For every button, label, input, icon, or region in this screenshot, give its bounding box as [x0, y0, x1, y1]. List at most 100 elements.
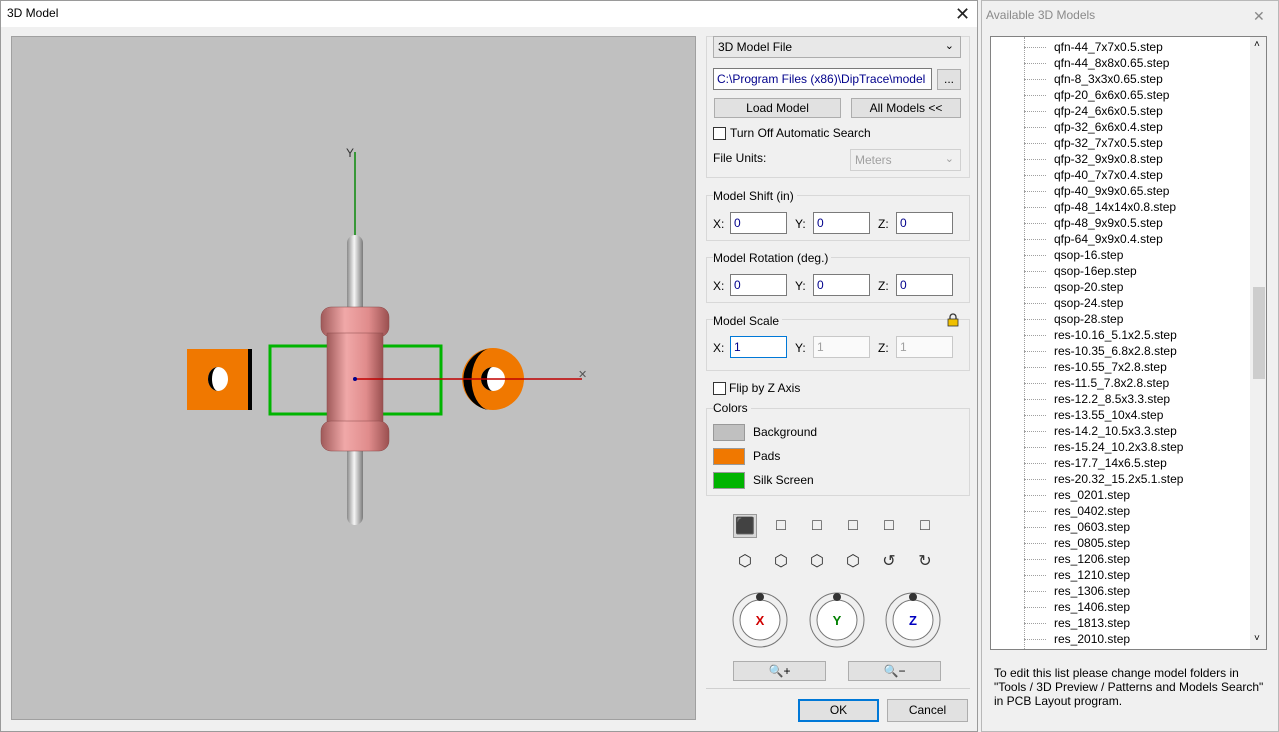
model-list-item[interactable]: res-20.32_15.2x5.1.step: [1054, 471, 1183, 487]
zoom-out-button[interactable]: 🔍−: [848, 661, 941, 681]
model-source-select[interactable]: 3D Model File ⌄: [713, 36, 961, 58]
zoom-in-button[interactable]: 🔍+: [733, 661, 826, 681]
close-icon[interactable]: ✕: [1253, 7, 1265, 25]
view-front-icon[interactable]: □: [769, 514, 793, 538]
colors-title: Colors: [713, 401, 751, 415]
model-list-item[interactable]: qfp-32_9x9x0.8.step: [1054, 151, 1163, 167]
view-cube-2-icon[interactable]: ⬡: [769, 550, 793, 574]
rotate-x-dial[interactable]: X: [730, 589, 790, 649]
model-list-item[interactable]: res_1206.step: [1054, 551, 1130, 567]
close-icon[interactable]: ✕: [955, 5, 970, 23]
browse-button[interactable]: ...: [937, 69, 961, 90]
model-list-item[interactable]: qfn-44_7x7x0.5.step: [1054, 39, 1163, 55]
model-list-item[interactable]: qsop-20.step: [1054, 279, 1123, 295]
view-left-icon[interactable]: □: [841, 514, 865, 538]
model-list-item[interactable]: res_1306.step: [1054, 583, 1130, 599]
shift-z-input[interactable]: 0: [896, 212, 953, 234]
model-list-item[interactable]: res-11.5_7.8x2.8.step: [1054, 375, 1169, 391]
model-list-item[interactable]: res-17.7_14x6.5.step: [1054, 455, 1167, 471]
model-list-item[interactable]: res_0201.step: [1054, 487, 1130, 503]
models-folder-note: To edit this list please change model fo…: [994, 666, 1264, 708]
model-list-item[interactable]: res_0402.step: [1054, 503, 1130, 519]
tree-branch-line: [1024, 95, 1046, 96]
model-list-item[interactable]: res_0603.step: [1054, 519, 1130, 535]
pads-color-label: Pads: [753, 449, 781, 463]
tree-branch-line: [1024, 447, 1046, 448]
scroll-down-icon[interactable]: ˅: [1254, 633, 1260, 644]
tree-branch-line: [1024, 207, 1046, 208]
flip-z-checkbox[interactable]: [713, 382, 726, 395]
model-path-input[interactable]: C:\Program Files (x86)\DipTrace\model: [713, 68, 932, 90]
tree-branch-line: [1024, 399, 1046, 400]
file-units-label: File Units:: [713, 151, 767, 165]
available-models-title: Available 3D Models: [986, 8, 1096, 22]
lock-icon[interactable]: [947, 313, 959, 327]
pads-color-swatch[interactable]: [713, 448, 745, 465]
model-list-item[interactable]: qsop-16.step: [1054, 247, 1123, 263]
window-title: 3D Model: [7, 6, 59, 20]
model-list-item[interactable]: qfp-24_6x6x0.5.step: [1054, 103, 1163, 119]
scroll-up-icon[interactable]: ˄: [1254, 39, 1260, 50]
shift-x-input[interactable]: 0: [730, 212, 787, 234]
model-list-item[interactable]: res-10.16_5.1x2.5.step: [1054, 327, 1177, 343]
scrollbar-thumb[interactable]: [1253, 287, 1265, 379]
model-list-item[interactable]: qfp-32_6x6x0.4.step: [1054, 119, 1163, 135]
model-list-item[interactable]: qfp-48_9x9x0.5.step: [1054, 215, 1163, 231]
scale-x-input[interactable]: 1: [730, 336, 787, 358]
view-right-icon[interactable]: □: [877, 514, 901, 538]
model-list-item[interactable]: qfn-8_3x3x0.65.step: [1054, 71, 1163, 87]
view-back-icon[interactable]: □: [805, 514, 829, 538]
rotate-left-icon[interactable]: ↺: [877, 550, 901, 574]
model-list-item[interactable]: qsop-24.step: [1054, 295, 1123, 311]
model-list-item[interactable]: qsop-28.step: [1054, 311, 1123, 327]
cancel-button[interactable]: Cancel: [887, 699, 968, 722]
rotate-y-dial[interactable]: Y: [807, 589, 867, 649]
model-list-item[interactable]: qfp-40_9x9x0.65.step: [1054, 183, 1169, 199]
ok-button[interactable]: OK: [798, 699, 879, 722]
rotation-z-input[interactable]: 0: [896, 274, 953, 296]
zoom-in-icon: 🔍+: [768, 664, 791, 678]
silkscreen-color-swatch[interactable]: [713, 472, 745, 489]
model-list-item[interactable]: res_1406.step: [1054, 599, 1130, 615]
view-top-icon[interactable]: □: [913, 514, 937, 538]
colors-group: [706, 408, 970, 496]
background-color-swatch[interactable]: [713, 424, 745, 441]
model-list-item[interactable]: res_1210.step: [1054, 567, 1130, 583]
rotate-z-dial[interactable]: Z: [883, 589, 943, 649]
scale-z-label: Z:: [878, 341, 889, 355]
model-list-item[interactable]: res_2010.step: [1054, 631, 1130, 647]
view-cube-3-icon[interactable]: ⬡: [805, 550, 829, 574]
model-list-item[interactable]: qfp-64_9x9x0.4.step: [1054, 231, 1163, 247]
all-models-button[interactable]: All Models <<: [851, 98, 961, 118]
models-tree-list[interactable]: qfn-44_7x7x0.5.step qfn-44_8x8x0.65.step q…: [990, 36, 1267, 650]
model-list-item[interactable]: qfn-44_8x8x0.65.step: [1054, 55, 1169, 71]
rotate-right-icon[interactable]: ↻: [913, 550, 937, 574]
model-list-item[interactable]: res-13.55_10x4.step: [1054, 407, 1163, 423]
model-list-item[interactable]: res_1813.step: [1054, 615, 1130, 631]
load-model-button[interactable]: Load Model: [714, 98, 841, 118]
shift-y-input[interactable]: 0: [813, 212, 870, 234]
model-list-item[interactable]: res_0805.step: [1054, 535, 1130, 551]
model-list-item[interactable]: qfp-40_7x7x0.4.step: [1054, 167, 1163, 183]
3d-viewport[interactable]: Y ✕: [11, 36, 696, 720]
scale-z-input: 1: [896, 336, 953, 358]
model-list-item[interactable]: qfp-20_6x6x0.65.step: [1054, 87, 1169, 103]
tree-branch-line: [1024, 591, 1046, 592]
model-list-item[interactable]: qsop-16ep.step: [1054, 263, 1137, 279]
model-list-item[interactable]: res-14.2_10.5x3.3.step: [1054, 423, 1177, 439]
model-list-item[interactable]: qfp-48_14x14x0.8.step: [1054, 199, 1176, 215]
model-list-item[interactable]: res-10.35_6.8x2.8.step: [1054, 343, 1177, 359]
model-list-item[interactable]: res-12.2_8.5x3.3.step: [1054, 391, 1170, 407]
view-iso-icon[interactable]: ⬛: [733, 514, 757, 538]
model-list-item[interactable]: qfp-32_7x7x0.5.step: [1054, 135, 1163, 151]
model-list-item[interactable]: res-15.24_10.2x3.8.step: [1054, 439, 1183, 455]
rotation-x-input[interactable]: 0: [730, 274, 787, 296]
origin-dot: [353, 377, 357, 381]
view-cube-1-icon[interactable]: ⬡: [733, 550, 757, 574]
auto-search-checkbox[interactable]: [713, 127, 726, 140]
vertical-scrollbar[interactable]: ˄ ˅: [1250, 37, 1266, 649]
view-cube-4-icon[interactable]: ⬡: [841, 550, 865, 574]
rotate-x-label: X: [756, 613, 765, 628]
rotation-y-input[interactable]: 0: [813, 274, 870, 296]
model-list-item[interactable]: res-10.55_7x2.8.step: [1054, 359, 1167, 375]
